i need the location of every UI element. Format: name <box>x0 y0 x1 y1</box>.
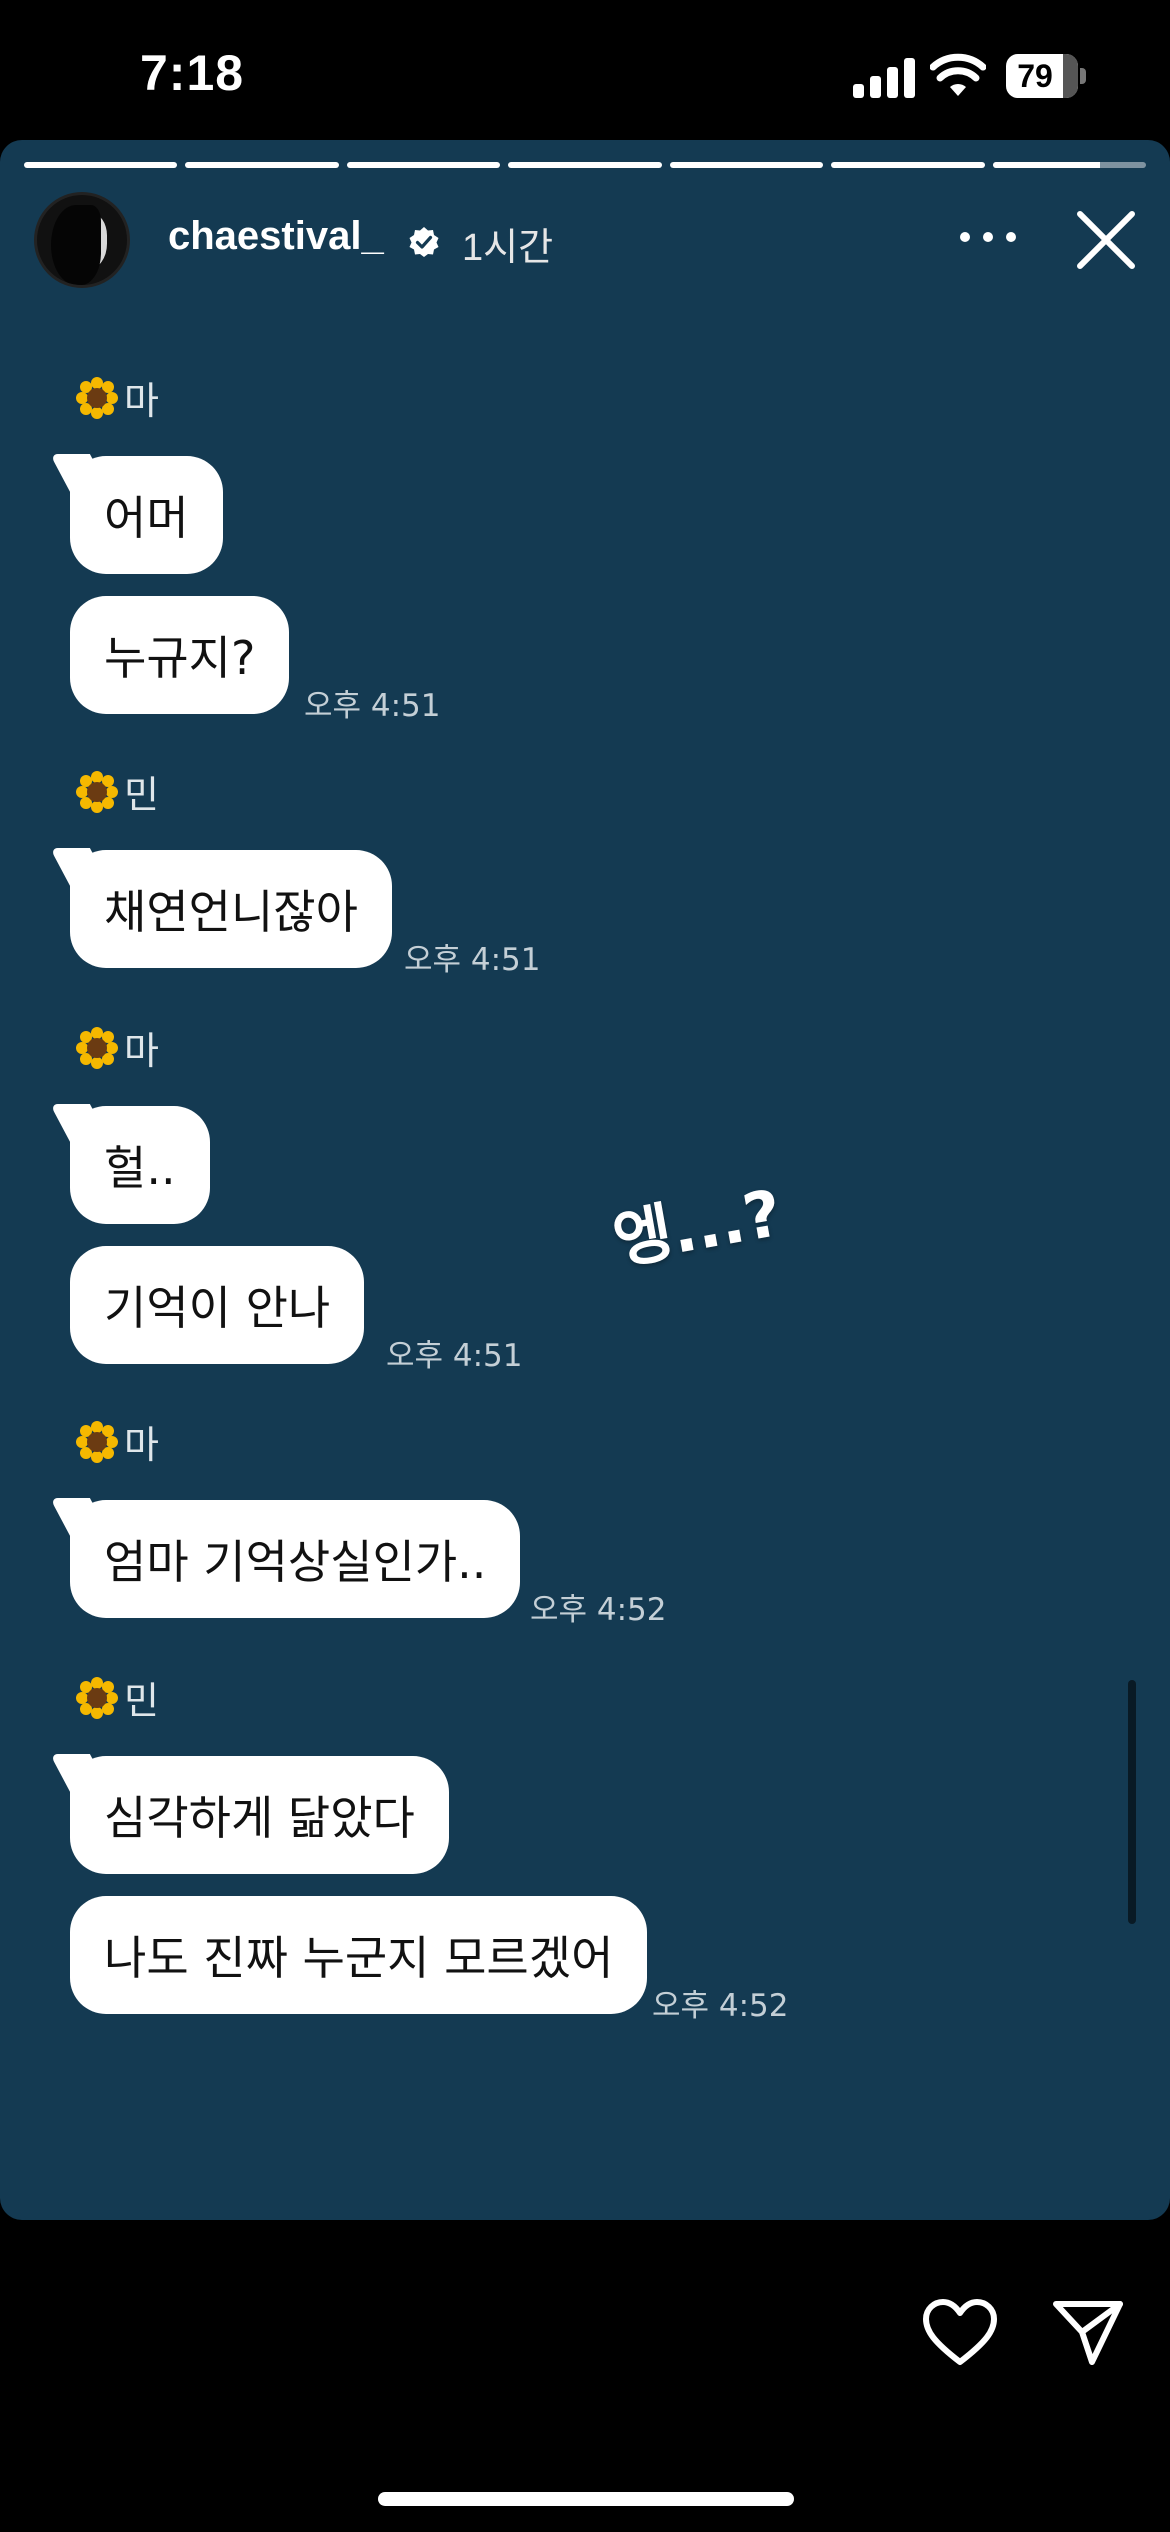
sender-label: 마 <box>74 370 159 425</box>
more-options-icon[interactable] <box>960 228 1016 248</box>
chat-bubble: 채연언니잖아 <box>70 850 392 968</box>
scrollbar <box>1128 1680 1136 1924</box>
progress-segment <box>669 162 824 168</box>
sender-name: 마 <box>124 1423 159 1467</box>
progress-segment <box>346 162 501 168</box>
cellular-signal-icon <box>853 58 915 98</box>
home-indicator[interactable] <box>378 2492 794 2506</box>
chat-bubble: 어머 <box>70 456 223 574</box>
status-time: 7:18 <box>140 45 245 101</box>
sunflower-icon <box>74 1025 120 1071</box>
chat-bubble: 누규지? <box>70 596 290 714</box>
sender-name: 마 <box>124 1029 159 1073</box>
progress-segment <box>185 162 339 168</box>
chat-bubble: 나도 진짜 누군지 모르겠어 <box>70 1896 648 2014</box>
progress-segment <box>508 162 662 168</box>
sender-name: 민 <box>124 1679 159 1723</box>
heart-icon[interactable] <box>922 2298 998 2368</box>
send-icon[interactable] <box>1052 2296 1124 2368</box>
avatar[interactable] <box>34 192 130 288</box>
sunflower-icon <box>74 1419 120 1465</box>
text-sticker[interactable]: 엥...? <box>605 1162 787 1282</box>
chat-bubble: 기억이 안나 <box>70 1246 365 1364</box>
chat-bubble: 헐.. <box>70 1106 210 1224</box>
sunflower-icon <box>74 1675 120 1721</box>
chat-bubble: 심각하게 닮았다 <box>70 1756 449 1874</box>
wifi-icon <box>930 53 986 96</box>
sunflower-icon <box>74 769 120 815</box>
story-panel[interactable]: chaestival_ 1시간 마 어머 누규지? 오후 4:51 민 채연언니… <box>0 140 1170 2220</box>
progress-segment <box>831 162 985 168</box>
sender-label: 민 <box>74 1670 159 1725</box>
message-time: 오후 4:52 <box>530 1592 667 1628</box>
message-time: 오후 4:51 <box>304 688 441 724</box>
sender-label: 민 <box>74 764 159 819</box>
story-progress-bar <box>24 162 1146 168</box>
progress-segment <box>992 162 1146 168</box>
message-time: 오후 4:52 <box>652 1988 789 2024</box>
progress-segment <box>24 162 178 168</box>
story-timestamp: 1시간 <box>462 227 554 269</box>
message-time: 오후 4:51 <box>386 1338 523 1374</box>
sender-name: 민 <box>124 773 159 817</box>
story-username[interactable]: chaestival_ <box>168 214 384 259</box>
chat-bubble: 엄마 기억상실인가.. <box>70 1500 521 1618</box>
message-time: 오후 4:51 <box>404 942 541 978</box>
sender-label: 마 <box>74 1020 159 1075</box>
battery-level: 79 <box>1017 58 1053 94</box>
sender-label: 마 <box>74 1414 159 1469</box>
verified-badge-icon <box>409 227 439 257</box>
sunflower-icon <box>74 375 120 421</box>
sender-name: 마 <box>124 379 159 423</box>
close-icon[interactable] <box>1074 208 1138 272</box>
battery-icon: 79 <box>1006 54 1086 98</box>
